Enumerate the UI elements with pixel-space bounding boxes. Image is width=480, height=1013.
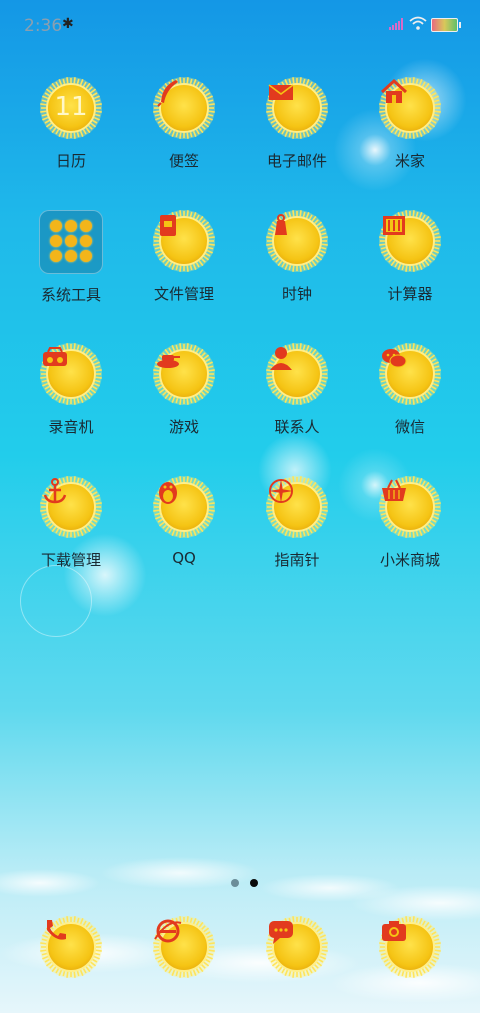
app-label: QQ (172, 549, 196, 567)
app-label: 下载管理 (40, 551, 101, 569)
browser-icon (152, 915, 216, 979)
app-file-manager[interactable]: 文件管理 (134, 209, 234, 304)
app-tank[interactable]: 游戏 (134, 342, 234, 437)
app-label: 指南针 (274, 551, 320, 569)
app-feather[interactable]: 便签 (134, 76, 234, 171)
app-wechat[interactable]: 微信 (360, 342, 460, 437)
app-label: 计算器 (387, 285, 433, 303)
app-label: 日历 (55, 152, 86, 170)
app-label: 电子邮件 (266, 152, 327, 170)
dock-camera[interactable] (360, 915, 460, 979)
basket-icon (378, 475, 442, 539)
app-label: 便签 (168, 152, 199, 170)
app-label: 录音机 (48, 418, 94, 436)
wechat-icon (378, 342, 442, 406)
dock-message[interactable] (247, 915, 347, 979)
calendar-date: 11 (54, 92, 88, 122)
abacus-icon (378, 209, 442, 273)
app-folder[interactable]: 系统工具 (21, 209, 121, 305)
app-basket[interactable]: 小米商城 (360, 475, 460, 570)
app-label: 微信 (394, 418, 425, 436)
radio-icon (39, 342, 103, 406)
phone-icon (39, 915, 103, 979)
app-compass[interactable]: 指南针 (247, 475, 347, 570)
page-indicator (228, 872, 261, 891)
app-person[interactable]: 联系人 (247, 342, 347, 437)
page-dot-1[interactable] (231, 879, 239, 887)
app-anchor[interactable]: 下载管理 (21, 475, 121, 570)
app-label: 米家 (394, 152, 425, 170)
status-bar: 2:36 ✱ (0, 0, 480, 50)
app-home[interactable]: 米家 (360, 76, 460, 171)
app-label: 小米商城 (379, 551, 440, 569)
clock-icon (265, 209, 329, 273)
app-label: 系统工具 (40, 286, 101, 304)
signal-icon (389, 18, 403, 30)
wifi-icon (409, 16, 427, 30)
page-dot-2[interactable] (250, 879, 259, 887)
app-label: 联系人 (274, 418, 320, 436)
penguin-icon (152, 475, 216, 539)
app-abacus[interactable]: 计算器 (360, 209, 460, 304)
app-envelope[interactable]: 电子邮件 (247, 76, 347, 171)
bluetooth-icon: ✱ (62, 16, 74, 32)
anchor-icon (39, 475, 103, 539)
app-radio[interactable]: 录音机 (21, 342, 121, 437)
status-time: 2:36 (24, 16, 63, 36)
camera-icon (378, 915, 442, 979)
compass-icon (265, 475, 329, 539)
app-label: 游戏 (168, 418, 199, 436)
lens-flare (20, 565, 92, 637)
dock-browser[interactable] (134, 915, 234, 979)
app-penguin[interactable]: QQ (134, 475, 234, 567)
battery-icon (431, 18, 461, 32)
message-icon (265, 915, 329, 979)
home-icon (378, 76, 442, 140)
feather-icon (152, 76, 216, 140)
app-clock[interactable]: 时钟 (247, 209, 347, 304)
person-icon (265, 342, 329, 406)
folder-icon (39, 210, 103, 274)
envelope-icon (265, 76, 329, 140)
app-label: 时钟 (281, 285, 312, 303)
calendar-icon: 11 (39, 76, 103, 140)
app-calendar[interactable]: 11 日历 (21, 76, 121, 171)
tank-icon (152, 342, 216, 406)
dock-phone[interactable] (21, 915, 121, 979)
file-manager-icon (152, 209, 216, 273)
app-label: 文件管理 (153, 285, 214, 303)
